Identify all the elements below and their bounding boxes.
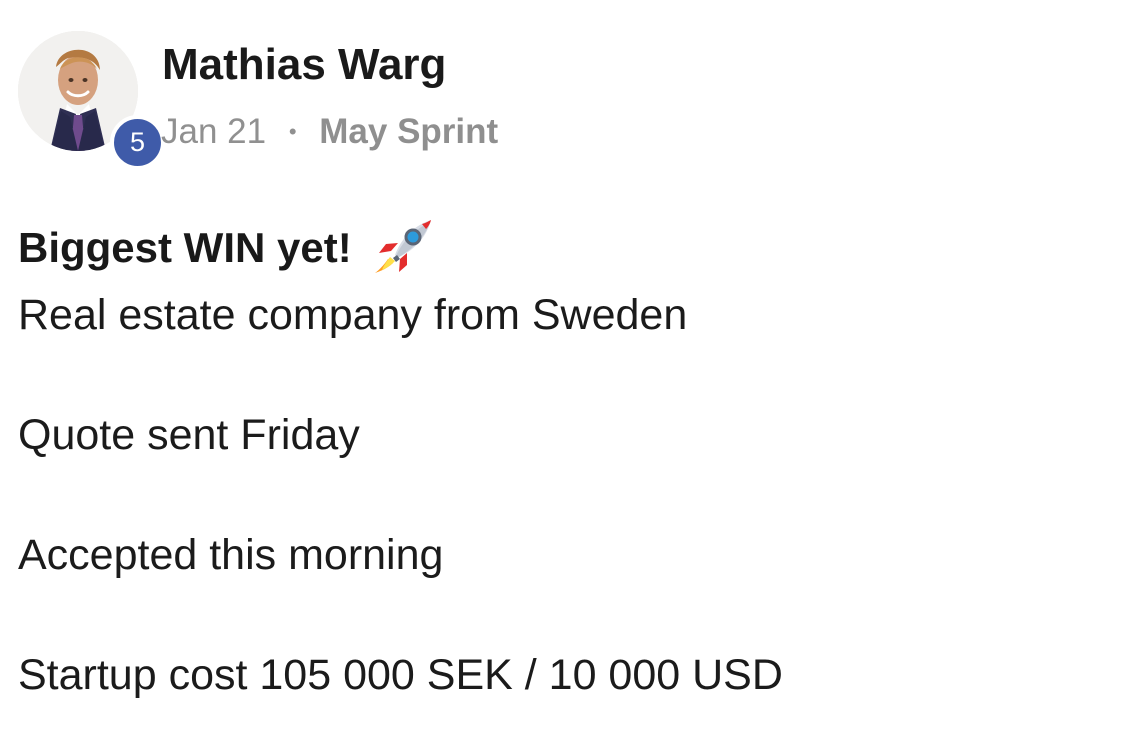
- meta-separator: •: [288, 119, 297, 144]
- rocket-icon: [373, 217, 435, 275]
- author-name[interactable]: Mathias Warg: [162, 36, 446, 94]
- post-header: 5 Mathias Warg Jan 21 • May Sprint: [18, 28, 738, 170]
- post-title-text: Biggest WIN yet!: [18, 224, 352, 272]
- author-level-badge: 5: [110, 115, 165, 170]
- post-title: Biggest WIN yet!: [18, 218, 778, 278]
- community-post: 5 Mathias Warg Jan 21 • May Sprint Bigge…: [0, 0, 1148, 748]
- post-body-line: Real estate company from Sweden: [18, 291, 688, 339]
- post-body-line: Startup cost 105 000 SEK / 10 000 USD: [18, 651, 783, 699]
- post-meta: Jan 21 • May Sprint: [161, 108, 498, 156]
- author-avatar[interactable]: 5: [18, 31, 165, 170]
- post-body-line: Accepted this morning: [18, 531, 444, 579]
- post-category[interactable]: May Sprint: [319, 108, 498, 156]
- post-body-line: Quote sent Friday: [18, 411, 360, 459]
- post-date: Jan 21: [161, 112, 267, 151]
